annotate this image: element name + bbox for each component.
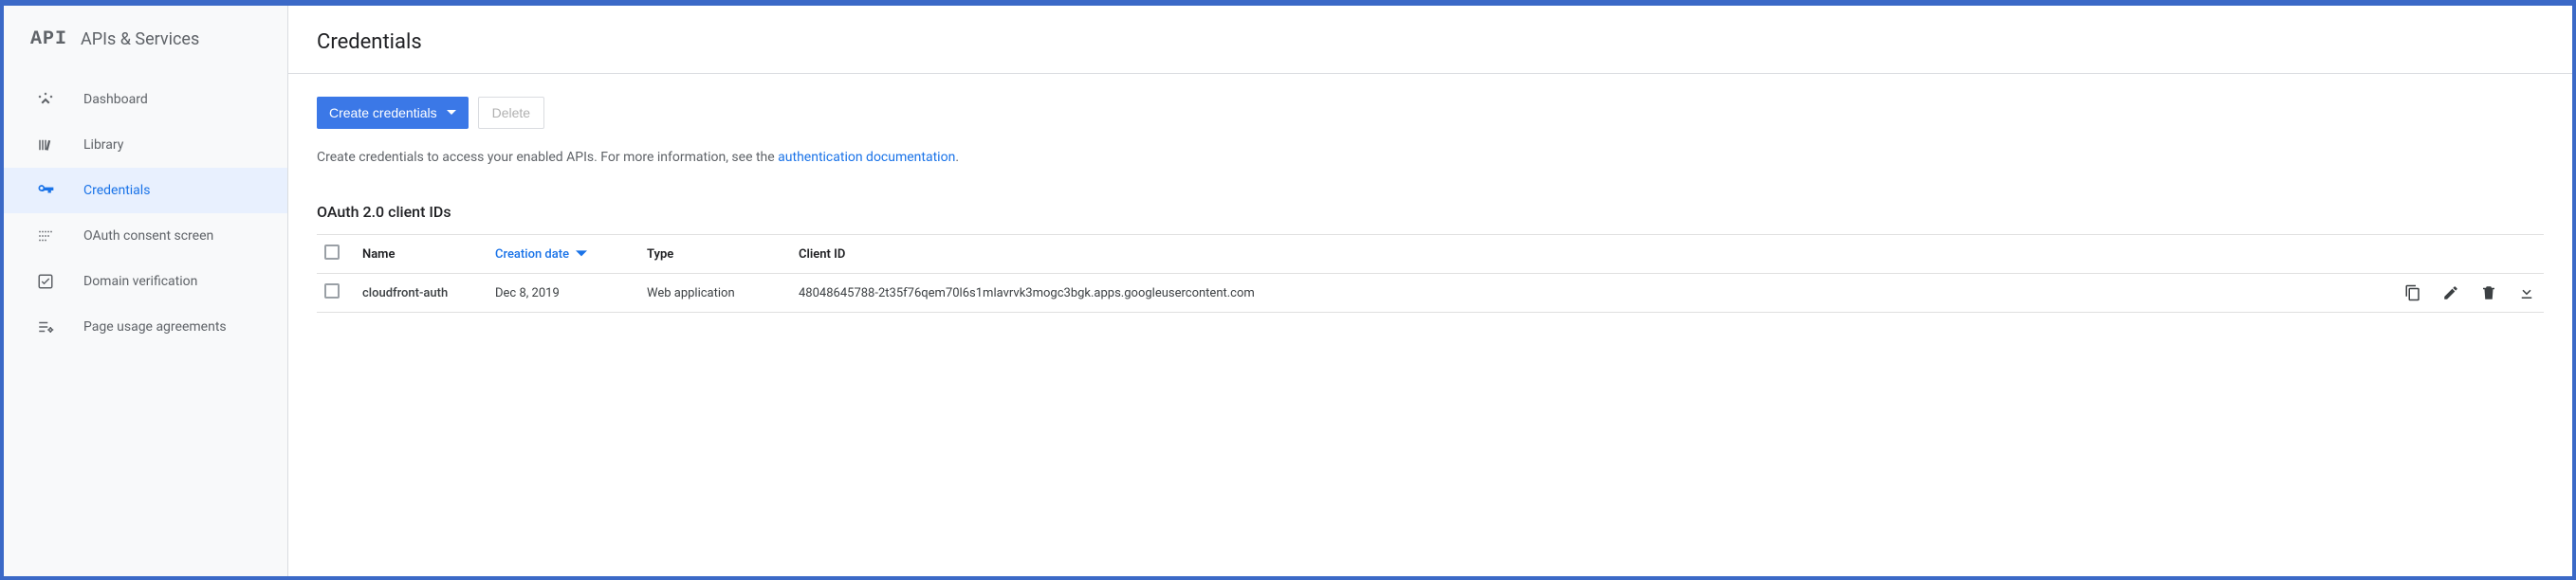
- table-header-row: Name Creation date Type Client ID: [317, 235, 2544, 274]
- col-header-client-id[interactable]: Client ID: [791, 235, 2373, 274]
- sidebar-item-oauth-consent[interactable]: OAuth consent screen: [4, 213, 287, 259]
- row-actions-cell: [2373, 274, 2544, 313]
- dashboard-icon: [36, 90, 55, 109]
- create-credentials-button[interactable]: Create credentials: [317, 97, 469, 129]
- caret-down-icon: [447, 108, 456, 118]
- col-header-creation-date[interactable]: Creation date: [488, 235, 639, 274]
- row-creation-date: Dec 8, 2019: [488, 274, 639, 313]
- download-icon[interactable]: [2517, 283, 2536, 302]
- main-header: Credentials: [288, 6, 2572, 74]
- row-client-id: 48048645788-2t35f76qem70l6s1mlavrvk3mogc…: [791, 274, 2373, 313]
- sidebar-title: APIs & Services: [81, 29, 199, 49]
- sidebar-header: API APIs & Services: [4, 11, 287, 71]
- row-name: cloudfront-auth: [355, 274, 488, 313]
- delete-button[interactable]: Delete: [478, 97, 544, 129]
- sidebar-item-dashboard[interactable]: Dashboard: [4, 77, 287, 122]
- content: Create credentials Delete Create credent…: [288, 74, 2572, 335]
- create-credentials-label: Create credentials: [329, 105, 437, 120]
- key-icon: [36, 181, 55, 200]
- agreements-icon: [36, 317, 55, 336]
- api-logo-icon: API: [30, 28, 67, 50]
- section-title-oauth: OAuth 2.0 client IDs: [317, 203, 2544, 221]
- sidebar-item-label: Dashboard: [83, 92, 148, 107]
- help-text: Create credentials to access your enable…: [317, 150, 2544, 165]
- main: Credentials Create credentials Delete Cr…: [288, 6, 2572, 576]
- row-checkbox[interactable]: [324, 283, 340, 299]
- sidebar-item-library[interactable]: Library: [4, 122, 287, 168]
- select-all-checkbox[interactable]: [324, 245, 340, 260]
- sidebar-item-credentials[interactable]: Credentials: [4, 168, 287, 213]
- sidebar-nav: Dashboard Library Credentials OAuth cons…: [4, 71, 287, 350]
- sidebar: API APIs & Services Dashboard Library: [4, 6, 288, 576]
- col-header-type[interactable]: Type: [639, 235, 791, 274]
- sidebar-item-label: Domain verification: [83, 274, 197, 289]
- row-select-cell: [317, 274, 355, 313]
- sidebar-item-label: Library: [83, 137, 123, 153]
- consent-icon: [36, 227, 55, 245]
- sidebar-item-page-usage-agreements[interactable]: Page usage agreements: [4, 304, 287, 350]
- sidebar-item-label: OAuth consent screen: [83, 228, 213, 244]
- page-title: Credentials: [317, 30, 2544, 54]
- action-row: Create credentials Delete: [317, 97, 2544, 129]
- oauth-clients-table: Name Creation date Type Client ID: [317, 234, 2544, 313]
- sidebar-item-label: Credentials: [83, 183, 150, 198]
- copy-icon[interactable]: [2403, 283, 2422, 302]
- library-icon: [36, 136, 55, 154]
- auth-doc-link[interactable]: authentication documentation: [778, 150, 955, 165]
- delete-icon[interactable]: [2479, 283, 2498, 302]
- col-header-name[interactable]: Name: [355, 235, 488, 274]
- table-row[interactable]: cloudfront-auth Dec 8, 2019 Web applicat…: [317, 274, 2544, 313]
- row-type: Web application: [639, 274, 791, 313]
- verified-icon: [36, 272, 55, 291]
- sidebar-item-domain-verification[interactable]: Domain verification: [4, 259, 287, 304]
- sidebar-item-label: Page usage agreements: [83, 319, 227, 335]
- edit-icon[interactable]: [2441, 283, 2460, 302]
- chevron-down-icon: [576, 248, 587, 260]
- col-header-creation-date-label: Creation date: [495, 247, 569, 262]
- select-all-cell: [317, 235, 355, 274]
- col-header-actions: [2373, 235, 2544, 274]
- help-text-prefix: Create credentials to access your enable…: [317, 150, 778, 165]
- help-text-suffix: .: [955, 150, 959, 165]
